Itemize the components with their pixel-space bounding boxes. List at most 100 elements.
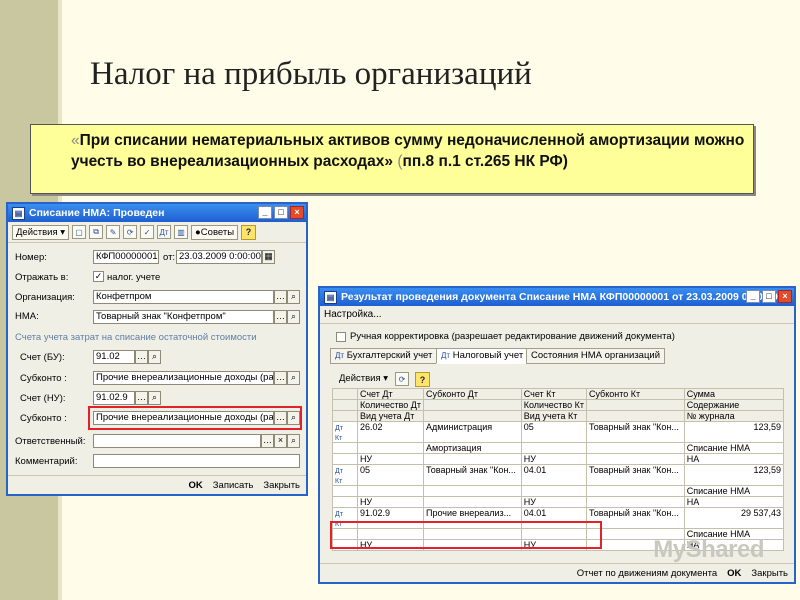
tax-accounting-checkbox[interactable]: ✓ — [93, 271, 104, 282]
slide-title: Налог на прибыль организаций — [90, 56, 532, 92]
table-row[interactable]: НУ НУ НА — [332, 453, 785, 465]
table-cell: Субконто Дт — [423, 388, 522, 400]
table-cell: 123,59 — [683, 464, 785, 486]
table-row[interactable]: Дт Кт 26.02 Администрация 05 Товарный знак "К… — [332, 421, 785, 443]
date-field[interactable]: 23.03.2009 0:00:00 — [176, 250, 262, 264]
table-header-row[interactable]: Количество Дт Количество Кт Содержание — [332, 399, 785, 411]
table-help-icon[interactable]: ? — [415, 372, 430, 387]
subconto-1-open-button[interactable]: ⌕ — [287, 371, 300, 385]
table-cell: НУ — [520, 496, 587, 508]
row-marker — [332, 388, 358, 400]
table-cell — [585, 399, 685, 411]
account-bu-label: Счет (БУ): — [20, 352, 65, 363]
table-row[interactable]: Амортизация Списание НМА — [332, 442, 785, 454]
table-cell — [585, 496, 685, 508]
table-cell — [585, 410, 685, 422]
account-bu-field[interactable]: 91.02 — [93, 350, 135, 364]
account-bu-select-button[interactable]: … — [135, 350, 148, 364]
close-window-button-2[interactable]: × — [778, 290, 792, 303]
close-window-button[interactable]: × — [290, 206, 304, 219]
table-row[interactable]: Дт Кт 05 Товарный знак "Кон... 04.01 Товарный… — [332, 464, 785, 486]
post-icon[interactable]: ✓ — [140, 225, 155, 239]
write-off-footer: OK Записать Закрыть — [8, 475, 306, 494]
account-nu-open-button[interactable]: ⌕ — [148, 391, 161, 405]
organization-open-button[interactable]: ⌕ — [287, 290, 300, 304]
nma-field[interactable]: Товарный знак "Конфетпром" — [93, 310, 274, 324]
minimize-button[interactable]: _ — [258, 206, 272, 219]
subconto-1-select-button[interactable]: … — [274, 371, 287, 385]
tab-tax-accounting[interactable]: Дт Налоговый учет — [436, 348, 529, 364]
minimize-button-2[interactable]: _ — [746, 290, 760, 303]
responsible-field[interactable] — [93, 434, 261, 448]
ok-button-2[interactable]: OK — [727, 568, 741, 579]
nma-open-button[interactable]: ⌕ — [287, 310, 300, 324]
maximize-button[interactable]: □ — [274, 206, 288, 219]
posting-result-titlebar[interactable]: ▤ Результат проведения документа Списани… — [320, 288, 794, 306]
manual-correction-label: Ручная корректировка (разрешает редактир… — [350, 331, 675, 342]
tab-nma-states[interactable]: Состояния НМА организаций — [526, 348, 666, 364]
tab-accounting[interactable]: Дт Бухгалтерский учет — [330, 348, 438, 364]
maximize-button-2[interactable]: □ — [762, 290, 776, 303]
table-actions-label: Действия — [339, 373, 381, 384]
calendar-button[interactable]: ▦ — [262, 250, 275, 264]
table-cell: Количество Дт — [356, 399, 425, 411]
row-marker — [332, 485, 358, 497]
account-nu-select-button[interactable]: … — [135, 391, 148, 405]
tab-tax-label: Налоговый учет — [452, 350, 524, 361]
save-button[interactable]: Записать — [213, 480, 254, 491]
table-cell: Товарный знак "Кон... — [423, 464, 522, 486]
movement-report-button[interactable]: Отчет по движениям документа — [577, 568, 717, 579]
dt-kt-icon[interactable]: Дт — [157, 225, 172, 239]
table-cell — [423, 453, 522, 465]
copy-icon[interactable]: ⧉ — [89, 225, 104, 239]
myshared-watermark: MyShared — [653, 536, 764, 563]
table-row[interactable]: Списание НМА — [332, 485, 785, 497]
table-row[interactable]: НУ НУ НА — [332, 496, 785, 508]
quote-box: «При списании нематериальных активов сум… — [30, 124, 754, 194]
row-marker — [332, 453, 358, 465]
table-cell: 123,59 — [683, 421, 785, 443]
posting-toolbar: Настройка... — [320, 306, 794, 324]
account-bu-open-button[interactable]: ⌕ — [148, 350, 161, 364]
table-cell: Списание НМА — [683, 485, 785, 497]
table-header-row[interactable]: Счет Дт Субконто Дт Счет Кт Субконто Кт Сумм… — [332, 388, 785, 400]
account-nu-field[interactable]: 91.02.9 — [93, 391, 135, 405]
refresh-icon[interactable]: ⟳ — [123, 225, 138, 239]
tax-entry-highlight — [330, 521, 602, 549]
table-cell: Амортизация — [423, 442, 522, 454]
close-button-2[interactable]: Закрыть — [751, 568, 788, 579]
write-off-window-titlebar[interactable]: ▤ Списание НМА: Проведен _ □ × — [8, 204, 306, 222]
new-document-icon[interactable]: ▢ — [72, 225, 87, 239]
table-cell: НА — [683, 496, 785, 508]
table-refresh-icon[interactable]: ⟳ — [395, 372, 409, 386]
ok-button[interactable]: OK — [189, 480, 203, 491]
organization-select-button[interactable]: … — [274, 290, 287, 304]
posting-result-title: Результат проведения документа Списание … — [341, 291, 778, 303]
quote-open-mark: « — [71, 132, 80, 149]
responsible-open-button[interactable]: ⌕ — [287, 434, 300, 448]
print-icon[interactable]: ▥ — [174, 225, 189, 239]
tax-accounting-label: налог. учете — [107, 272, 161, 283]
table-header-row[interactable]: Вид учета Дт Вид учета Кт № журнала — [332, 410, 785, 422]
actions-menu-button[interactable]: Действия ▾ — [12, 224, 70, 240]
actions-label: Действия — [16, 226, 58, 238]
settings-button[interactable]: Настройка... — [324, 309, 382, 320]
advice-button[interactable]: ● Советы — [191, 224, 239, 240]
advice-label: Советы — [200, 226, 235, 238]
subconto-1-label: Субконто : — [20, 373, 67, 384]
number-field[interactable]: КФП00000001 — [93, 250, 159, 264]
table-cell: Товарный знак "Кон... — [585, 421, 685, 443]
table-actions-button[interactable]: Действия ▾ — [336, 371, 391, 386]
edit-icon[interactable]: ✎ — [106, 225, 121, 239]
comment-field[interactable] — [93, 454, 300, 468]
table-cell — [423, 485, 522, 497]
close-button[interactable]: Закрыть — [263, 480, 300, 491]
subconto-1-field[interactable]: Прочие внереализационные доходы (расх — [93, 371, 274, 385]
organization-field[interactable]: Конфетпром — [93, 290, 274, 304]
nma-select-button[interactable]: … — [274, 310, 287, 324]
table-cell: 29 537,43 — [683, 507, 785, 529]
responsible-clear-button[interactable]: × — [274, 434, 287, 448]
help-icon[interactable]: ? — [241, 224, 257, 240]
responsible-select-button[interactable]: … — [261, 434, 274, 448]
manual-correction-checkbox[interactable] — [336, 332, 346, 342]
